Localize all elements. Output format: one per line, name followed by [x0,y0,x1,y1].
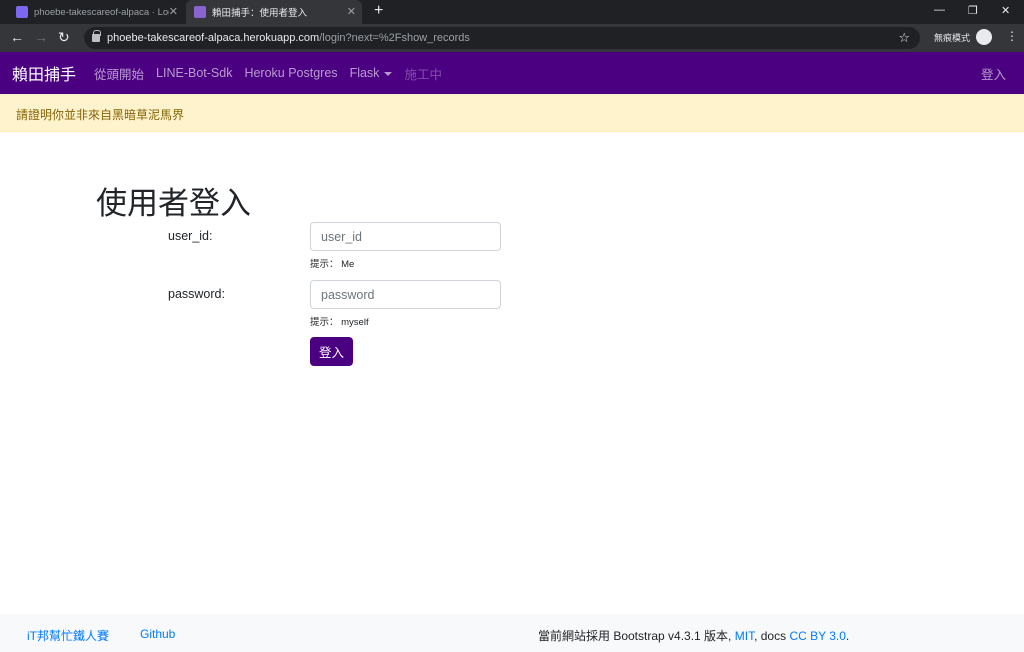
close-tab-icon[interactable]: ✕ [169,5,178,18]
bookmark-star-icon[interactable]: ☆ [898,30,910,46]
nav-link-start[interactable]: 從頭開始 [94,64,144,83]
caret-down-icon [384,71,393,76]
footer: iT邦幫忙鐵人賽 Github 當前網站採用 Bootstrap v4.3.1 … [0,614,1024,652]
navbar-brand[interactable]: 賴田捕手 [12,61,76,85]
credit-end: . [845,629,850,643]
forward-icon[interactable]: → [34,29,48,45]
footer-link-github[interactable]: Github [140,627,175,641]
browser-tab[interactable]: phoebe-takescareof-alpaca · Log ✕ [8,0,184,24]
incognito-icon[interactable] [976,29,992,45]
nav-login-link[interactable]: 登入 [981,64,1006,83]
password-label: password: [168,287,225,301]
new-tab-button[interactable]: + [374,2,383,20]
lock-icon [92,30,101,42]
nav-dropdown-flask[interactable]: Flask [350,66,393,80]
heroku-icon [16,6,28,18]
tab-title: 賴田捕手：使用者登入 [212,8,308,19]
nav-link-heroku-postgres[interactable]: Heroku Postgres [244,66,337,80]
user-id-label: user_id: [168,229,213,243]
back-icon[interactable]: ← [10,29,24,45]
close-tab-icon[interactable]: ✕ [347,5,356,18]
url-path: /login?next=%2Fshow_records [319,32,470,44]
address-bar[interactable]: phoebe-takescareof-alpaca.herokuapp.com /… [84,27,920,49]
browser-tab-active[interactable]: 賴田捕手：使用者登入 ✕ [186,0,362,24]
cc-by-link[interactable]: CC BY 3.0 [789,629,845,643]
credit-prefix: 當前網站採用 Bootstrap v4.3.1 版本, [538,629,732,643]
user-id-hint: 提示： Me [310,259,355,270]
mit-link[interactable]: MIT [735,629,754,643]
url-host: phoebe-takescareof-alpaca.herokuapp.com [107,32,320,44]
restore-icon[interactable]: ❐ [968,4,978,17]
page-title: 使用者登入 [96,186,251,221]
site-navbar: 賴田捕手 從頭開始 LINE-Bot-Sdk Heroku Postgres F… [0,52,1024,94]
incognito-label: 無痕模式 [934,33,971,43]
browser-toolbar: ← → ↻ phoebe-takescareof-alpaca.herokuap… [0,24,1024,52]
nav-link-under-construction: 施工中 [404,67,442,82]
site-icon [194,6,206,18]
footer-link-ithome[interactable]: iT邦幫忙鐵人賽 [27,627,109,644]
password-input[interactable] [310,280,501,309]
login-submit-button[interactable]: 登入 [310,337,353,366]
close-window-icon[interactable]: ✕ [1001,4,1010,17]
tab-title: phoebe-takescareof-alpaca · Log [34,6,169,18]
user-id-input[interactable] [310,222,501,251]
nav-dropdown-label: Flask [349,66,380,80]
minimize-icon[interactable]: — [934,4,945,16]
credit-mid: , docs [754,629,787,643]
menu-icon[interactable]: ⋮ [1006,29,1018,43]
footer-credit: 當前網站採用 Bootstrap v4.3.1 版本, MIT, docs CC… [538,627,849,644]
warning-alert: 請證明你並非來自黑暗草泥馬界 [0,94,1024,132]
reload-icon[interactable]: ↻ [58,29,70,46]
browser-tab-strip: phoebe-takescareof-alpaca · Log ✕ 賴田捕手：使… [0,0,1024,24]
password-hint: 提示： myself [310,317,369,328]
nav-link-line-bot-sdk[interactable]: LINE-Bot-Sdk [156,66,232,80]
